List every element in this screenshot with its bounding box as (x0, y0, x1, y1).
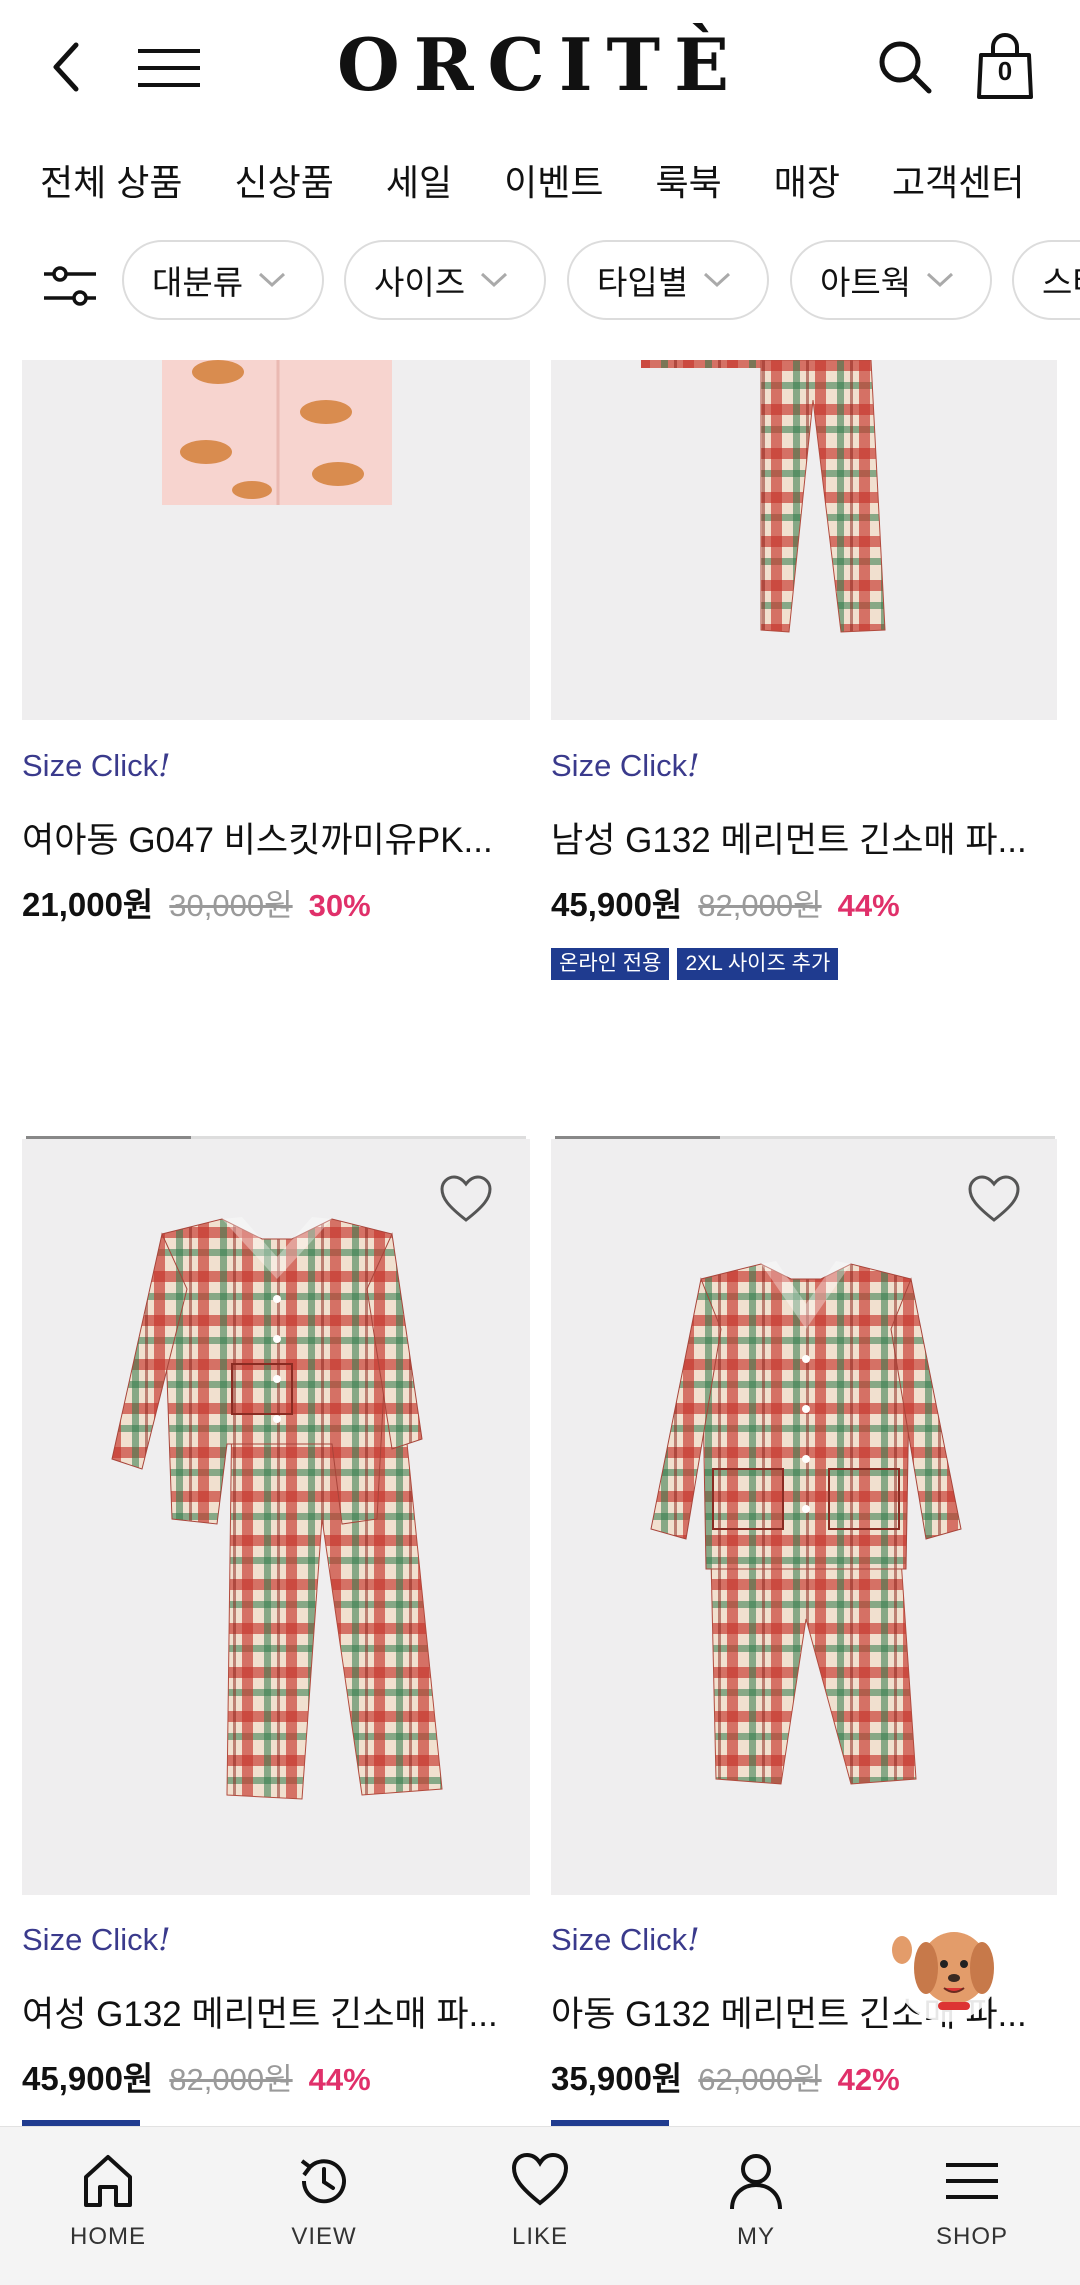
tab-view-label: VIEW (291, 2223, 357, 2250)
price-row: 35,900원 62,000원 42% (551, 2052, 900, 2100)
user-icon (730, 2154, 782, 2210)
wishlist-heart-icon[interactable] (966, 1172, 1022, 1228)
product-image[interactable] (22, 1139, 530, 1895)
product-image[interactable] (22, 360, 530, 720)
history-icon (300, 2159, 346, 2204)
chip-label: 타입별 (597, 264, 689, 301)
original-price: 82,000원 (169, 2062, 293, 2097)
cart-count-badge: 0 (997, 56, 1013, 86)
discount-rate: 44% (837, 888, 900, 923)
price-row: 21,000원 30,000원 30% (22, 878, 371, 926)
sale-price: 45,900원 (22, 2060, 154, 2097)
original-price: 82,000원 (698, 888, 822, 923)
filter-chip-artwork[interactable]: 아트웍 (790, 240, 992, 320)
app-header: ORCITÈ 0 (0, 0, 1080, 140)
home-icon (84, 2155, 132, 2207)
wishlist-heart-icon[interactable] (438, 1172, 494, 1228)
chat-mascot-dog-icon[interactable] (884, 1910, 1004, 2030)
chip-label: 아트웍 (820, 264, 912, 301)
search-button[interactable] (874, 36, 936, 98)
price-row: 45,900원 82,000원 44% (22, 2052, 371, 2100)
sale-price: 21,000원 (22, 886, 154, 923)
tab-my[interactable]: MY (648, 2127, 864, 2285)
badge-online-only: 온라인 전용 (551, 948, 670, 980)
original-price: 30,000원 (169, 888, 293, 923)
chip-label: 사이즈 (374, 264, 466, 301)
original-price: 62,000원 (698, 2062, 822, 2097)
price-row: 45,900원 82,000원 44% (551, 878, 900, 926)
size-click-label[interactable]: Size Click! (22, 748, 171, 784)
category-nav: 전체 상품 신상품 세일 이벤트 룩북 매장 고객센터 (0, 140, 1080, 220)
cat-new-arrivals[interactable]: 신상품 (208, 154, 359, 206)
discount-rate: 30% (308, 888, 371, 923)
product-name[interactable]: 남성 G132 메리먼트 긴소매 파... (551, 812, 1057, 863)
tab-my-label: MY (737, 2223, 775, 2250)
tab-view[interactable]: VIEW (216, 2127, 432, 2285)
chevron-down-icon (259, 272, 286, 288)
menu-icon (946, 2163, 998, 2199)
filter-chip-category[interactable]: 대분류 (122, 240, 324, 320)
product-photo-plaid-pants (641, 360, 886, 633)
product-image[interactable] (551, 1139, 1057, 1895)
cart-button[interactable]: 0 (972, 28, 1038, 104)
filter-bar: 대분류 사이즈 타입별 아트웍 스타 (0, 220, 1080, 360)
discount-rate: 44% (308, 2062, 371, 2097)
badge-2xl-size: 2XL 사이즈 추가 (677, 948, 839, 980)
cat-event[interactable]: 이벤트 (478, 154, 629, 206)
cat-all-products[interactable]: 전체 상품 (0, 154, 208, 206)
product-image[interactable] (551, 360, 1057, 720)
chevron-down-icon (481, 272, 508, 288)
product-photo-women-plaid-pajama (111, 1217, 443, 1800)
tab-shop[interactable]: SHOP (864, 2127, 1080, 2285)
cat-lookbook[interactable]: 룩북 (629, 154, 747, 206)
chevron-down-icon (704, 272, 731, 288)
tab-shop-label: SHOP (935, 2223, 1008, 2250)
size-click-label[interactable]: Size Click! (551, 1922, 700, 1958)
cat-store[interactable]: 매장 (748, 154, 866, 206)
discount-rate: 42% (837, 2062, 900, 2097)
filter-chip-type[interactable]: 타입별 (567, 240, 769, 320)
product-photo-pink-pajama (162, 360, 392, 505)
bottom-tab-bar: HOME VIEW LIKE MY SHOP (0, 2126, 1080, 2285)
filter-chip-style[interactable]: 스타 (1012, 240, 1080, 320)
product-name[interactable]: 여성 G132 메리먼트 긴소매 파... (22, 1986, 530, 2037)
chevron-down-icon (927, 272, 954, 288)
filter-sliders-icon[interactable] (40, 258, 100, 318)
sale-price: 35,900원 (551, 2060, 683, 2097)
tab-like[interactable]: LIKE (432, 2127, 648, 2285)
size-click-label[interactable]: Size Click! (22, 1922, 171, 1958)
product-name[interactable]: 여아동 G047 비스킷까미유PK... (22, 812, 530, 863)
product-badges: 온라인 전용 2XL 사이즈 추가 (551, 948, 839, 980)
tab-home[interactable]: HOME (0, 2127, 216, 2285)
tab-home-label: HOME (70, 2223, 146, 2250)
chip-label: 대분류 (152, 264, 244, 301)
sale-price: 45,900원 (551, 886, 683, 923)
cat-customer-center[interactable]: 고객센터 (866, 154, 1050, 206)
chip-label: 스타 (1042, 264, 1080, 301)
search-icon (879, 41, 932, 94)
product-photo-kids-plaid-pajama (650, 1261, 962, 1785)
heart-icon (511, 2152, 569, 2206)
size-click-label[interactable]: Size Click! (551, 748, 700, 784)
tab-like-label: LIKE (511, 2223, 569, 2250)
filter-chip-size[interactable]: 사이즈 (344, 240, 546, 320)
cat-sale[interactable]: 세일 (360, 154, 478, 206)
